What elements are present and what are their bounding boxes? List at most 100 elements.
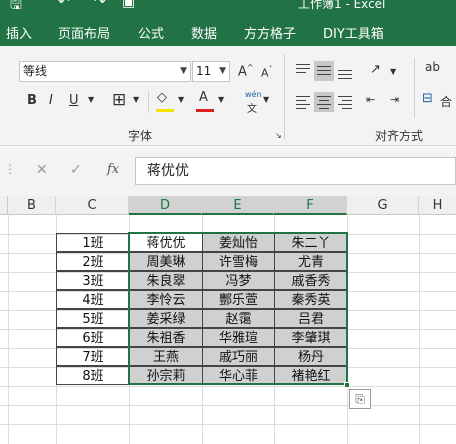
- chevron-down-icon[interactable]: ▼: [88, 95, 94, 104]
- insert-function-icon[interactable]: fx: [107, 162, 119, 177]
- name-cell[interactable]: 华心菲: [202, 366, 275, 385]
- class-cell[interactable]: 4班: [56, 290, 130, 309]
- chevron-down-icon[interactable]: ▼: [218, 95, 224, 104]
- class-cell[interactable]: 5班: [56, 309, 130, 328]
- worksheet[interactable]: B C D E F G H 1班 2班 3班 4班 5班 6班 7班 8班 蒋优…: [0, 196, 456, 444]
- column-header-e[interactable]: E: [202, 196, 274, 215]
- title-bar: 🖫 ↶ ↷ ▣ 工作簿1 - Excel: [0, 0, 456, 16]
- font-color-swatch: [196, 109, 214, 112]
- name-cell[interactable]: 王燕: [129, 347, 203, 366]
- align-right-button[interactable]: [335, 92, 355, 112]
- fill-color-icon[interactable]: ◇: [157, 90, 167, 105]
- name-cell[interactable]: 蒋优优: [129, 233, 203, 252]
- tab-formulas[interactable]: 公式: [138, 23, 164, 42]
- class-cell[interactable]: 6班: [56, 328, 130, 347]
- chevron-down-icon[interactable]: ▼: [178, 95, 184, 104]
- name-cell[interactable]: 赵霭: [202, 309, 275, 328]
- name-cell[interactable]: 姜采绿: [129, 309, 203, 328]
- drag-handle-icon[interactable]: ⋮: [4, 162, 16, 176]
- underline-button[interactable]: U: [69, 93, 79, 108]
- formula-bar: ⋮ ✕ ✓ fx 蒋优优: [0, 147, 456, 196]
- italic-button[interactable]: I: [49, 93, 53, 108]
- align-center-button[interactable]: [314, 92, 334, 112]
- tab-insert[interactable]: 插入: [6, 23, 32, 42]
- chevron-down-icon[interactable]: ▼: [133, 95, 139, 104]
- print-preview-icon[interactable]: ▣: [122, 0, 135, 10]
- name-cell[interactable]: 朱祖香: [129, 328, 203, 347]
- tab-fangfang[interactable]: 方方格子: [244, 23, 296, 42]
- divider: [284, 54, 285, 140]
- fill-handle[interactable]: [344, 382, 350, 388]
- orientation-icon[interactable]: ↗: [370, 62, 381, 77]
- formula-input[interactable]: 蒋优优: [135, 157, 456, 185]
- chevron-down-icon[interactable]: ▼: [263, 95, 269, 104]
- name-cell[interactable]: 周美琳: [129, 252, 203, 271]
- enter-icon[interactable]: ✓: [70, 162, 82, 178]
- name-cell[interactable]: 戚巧丽: [202, 347, 275, 366]
- increase-font-icon[interactable]: A^: [238, 63, 254, 79]
- wrap-text-button[interactable]: ab: [425, 60, 440, 74]
- merge-center-icon[interactable]: ⊟: [422, 91, 433, 106]
- name-cell[interactable]: 李肇琪: [274, 328, 348, 347]
- align-left-button[interactable]: [293, 92, 313, 112]
- cancel-icon[interactable]: ✕: [36, 162, 48, 178]
- quick-analysis-icon[interactable]: ⎘: [349, 389, 371, 409]
- name-cell[interactable]: 尤青: [274, 252, 348, 271]
- name-cell[interactable]: 朱二丫: [274, 233, 348, 252]
- dialog-launcher-icon[interactable]: ↘: [275, 131, 282, 140]
- merge-center-button[interactable]: 合: [440, 93, 452, 110]
- tab-data[interactable]: 数据: [191, 23, 217, 42]
- select-all-corner[interactable]: [0, 196, 8, 215]
- font-size-combo[interactable]: 11 ▼: [192, 61, 230, 82]
- group-align-label: 对齐方式: [375, 129, 424, 143]
- class-cell[interactable]: 2班: [56, 252, 130, 271]
- name-cell[interactable]: 华雅瑄: [202, 328, 275, 347]
- redo-icon[interactable]: ↷: [94, 0, 106, 10]
- fill-color-swatch: [156, 109, 174, 112]
- bottom-align-button[interactable]: [335, 61, 355, 81]
- increase-indent-icon[interactable]: ⇥: [390, 93, 399, 106]
- column-header-b[interactable]: B: [8, 196, 56, 215]
- class-cell[interactable]: 7班: [56, 347, 130, 366]
- phonetic-glyph-icon: 文: [247, 104, 257, 115]
- phonetic-icon[interactable]: wén: [245, 90, 262, 99]
- ribbon-tabs: 插入 页面布局 公式 数据 方方格子 DIY工具箱: [0, 16, 456, 46]
- name-cell[interactable]: 许雪梅: [202, 252, 275, 271]
- font-size-value: 11: [196, 64, 212, 78]
- column-header-d[interactable]: D: [129, 196, 202, 215]
- middle-align-button[interactable]: [314, 61, 334, 81]
- decrease-font-icon[interactable]: Aˇ: [261, 65, 273, 80]
- column-header-c[interactable]: C: [56, 196, 129, 215]
- class-cell[interactable]: 3班: [56, 271, 130, 290]
- name-cell[interactable]: 酆乐萱: [202, 290, 275, 309]
- borders-icon[interactable]: ⊞: [112, 90, 126, 110]
- name-cell[interactable]: 孙宗莉: [129, 366, 203, 385]
- name-cell[interactable]: 姜灿怡: [202, 233, 275, 252]
- font-name-value: 等线: [23, 64, 48, 78]
- undo-icon[interactable]: ↶: [58, 0, 70, 10]
- chevron-down-icon[interactable]: ▼: [390, 67, 396, 76]
- font-name-combo[interactable]: 等线 ▼: [19, 61, 191, 82]
- font-color-icon[interactable]: A: [199, 90, 208, 105]
- tab-diy-toolbox[interactable]: DIY工具箱: [323, 23, 384, 42]
- name-cell[interactable]: 戚香秀: [274, 271, 348, 290]
- name-cell[interactable]: 李怜云: [129, 290, 203, 309]
- column-header-f[interactable]: F: [274, 196, 347, 215]
- name-cell[interactable]: 吕君: [274, 309, 348, 328]
- class-cell[interactable]: 1班: [56, 233, 130, 252]
- bold-button[interactable]: B: [27, 93, 37, 108]
- chevron-down-icon: ▼: [219, 66, 226, 76]
- name-cell[interactable]: 杨丹: [274, 347, 348, 366]
- decrease-indent-icon[interactable]: ⇤: [366, 93, 375, 106]
- class-cell[interactable]: 8班: [56, 366, 130, 385]
- name-cell[interactable]: 朱良翠: [129, 271, 203, 290]
- top-align-button[interactable]: [293, 61, 313, 81]
- ribbon: 等线 ▼ 11 ▼ A^ Aˇ B I U ▼ ⊞ ▼ ◇ ▼ A ▼ wén …: [0, 46, 456, 146]
- column-header-g[interactable]: G: [347, 196, 419, 215]
- tab-page-layout[interactable]: 页面布局: [58, 23, 110, 42]
- column-header-h[interactable]: H: [419, 196, 456, 215]
- name-cell[interactable]: 秦秀英: [274, 290, 348, 309]
- name-cell[interactable]: 褚艳红: [274, 366, 348, 385]
- name-cell[interactable]: 冯梦: [202, 271, 275, 290]
- save-icon[interactable]: 🖫: [10, 0, 22, 16]
